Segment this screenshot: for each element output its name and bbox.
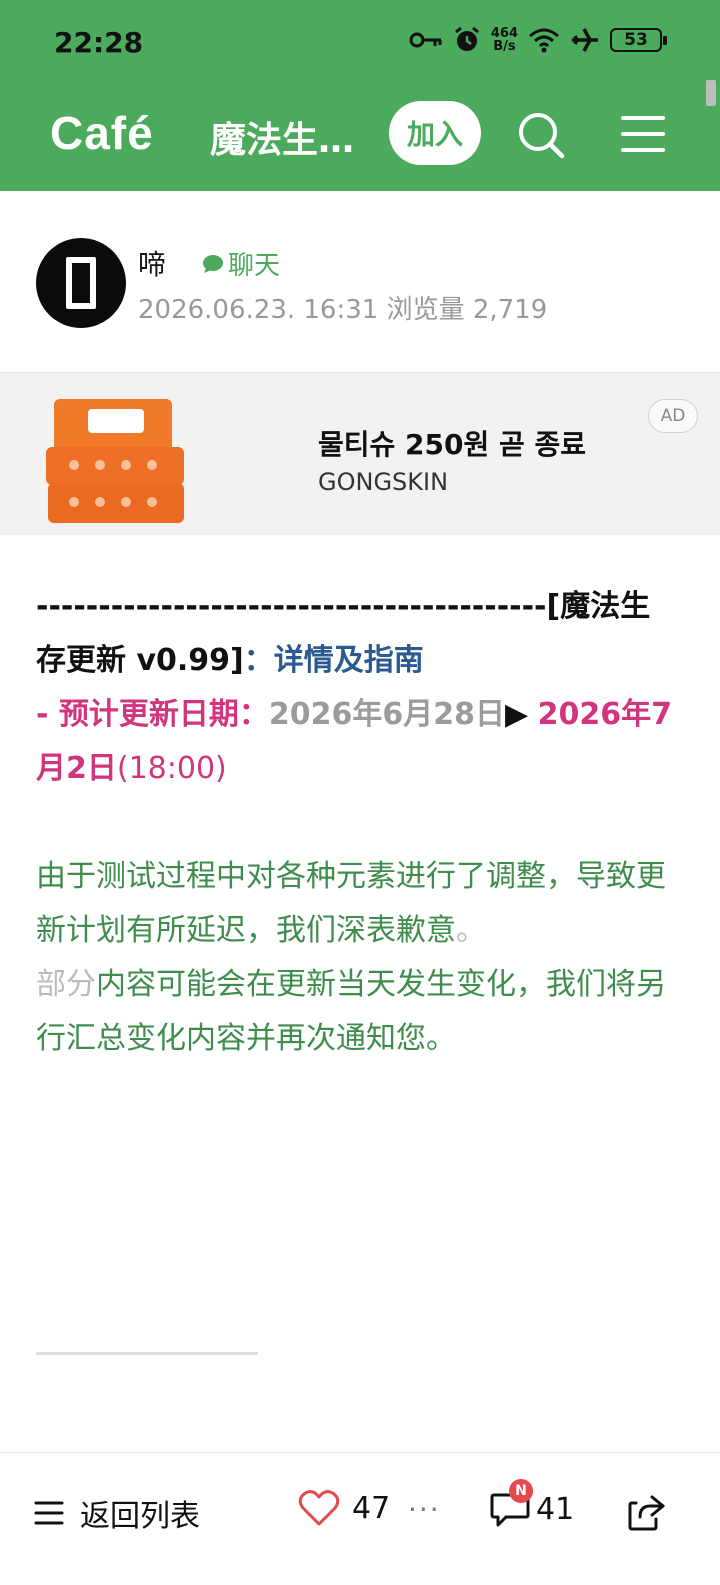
ad-banner[interactable]: 물티슈 250원 곧 종료 GONGSKIN AD [0,372,720,535]
back-to-list-button[interactable]: 返回列表 [34,1491,200,1535]
cafe-title[interactable]: 魔法生… [210,111,354,163]
status-time: 22:28 [54,26,144,59]
cafe-logo[interactable]: Café [50,106,154,160]
apology-paragraph: 由于测试过程中对各种元素进行了调整，导致更新计划有所延迟，我们深表歉意。 [36,850,680,958]
list-icon [34,1501,64,1525]
alarm-icon [454,26,479,51]
post-meta: 2026.06.23. 16:31 浏览量 2,719 [138,295,548,325]
scrollbar-thumb[interactable] [706,80,716,106]
chat-bubble-icon [203,254,223,273]
like-button[interactable]: 47 [298,1489,390,1527]
heading-colon: ： [243,643,274,678]
ad-brand: GONGSKIN [318,468,449,496]
more-options-button[interactable]: ··· [408,1493,441,1526]
ad-badge: AD [648,399,698,433]
status-icons: 464 B/s 53 [409,26,667,54]
menu-icon[interactable] [618,112,668,156]
apology-period: 。 [456,913,486,948]
change-notice-paragraph: 部分内容可能会在更新当天发生变化，我们将另行汇总变化内容并再次通知您。 [36,958,680,1066]
wifi-icon [529,28,559,53]
cafe-post-page: 22:28 464 B/s 53 Café 魔法生… 加入 啼 聊天 2026.… [0,0,720,1585]
change-notice-faded: 部分 [36,967,96,1002]
arrow-glyph: ▶ [505,697,529,732]
post-content: ----------------------------------------… [36,580,680,1066]
airplane-icon [572,28,598,52]
net-speed: 464 B/s [491,27,518,53]
new-comment-badge: N [509,1479,533,1503]
content-divider [36,1352,258,1355]
wet-wipes-product-image [46,399,184,523]
key-icon [409,32,442,48]
comment-count: 41 [536,1491,575,1527]
update-time: (18:00) [116,751,227,786]
bottom-action-bar: 返回列表 47 ··· N 41 [0,1452,720,1585]
comment-icon-wrap: N [488,1479,533,1531]
app-header: Café 魔法生… 加入 [0,88,720,191]
heading-dashes: ----------------------------------------… [36,589,547,624]
back-to-list-label: 返回列表 [80,1499,200,1534]
chat-label: 聊天 [228,251,281,281]
comment-button[interactable]: N 41 [488,1479,575,1531]
chat-button[interactable]: 聊天 [202,245,280,282]
change-notice-text: 内容可能会在更新当天发生变化，我们将另行汇总变化内容并再次通知您。 [36,967,666,1056]
post-heading: ----------------------------------------… [36,580,680,688]
join-button[interactable]: 加入 [389,101,481,165]
search-icon[interactable] [514,108,568,162]
update-date-label: - 预计更新日期： [36,697,269,732]
like-count: 47 [352,1490,391,1526]
apology-text: 由于测试过程中对各种元素进行了调整，导致更新计划有所延迟，我们深表歉意 [36,859,666,948]
net-speed-unit: B/s [493,39,516,54]
update-date-line: - 预计更新日期：2026年6月28日▶ 2026年7月2日(18:00) [36,688,680,796]
battery-indicator: 53 [610,28,667,52]
status-bar: 22:28 464 B/s 53 [0,0,720,88]
share-icon[interactable] [626,1491,668,1533]
author-name[interactable]: 啼 [138,243,166,283]
heart-icon [298,1490,340,1526]
old-update-date: 2026年6月28日 [268,697,506,732]
battery-level: 53 [624,30,648,50]
avatar-glyph [66,257,96,309]
author-row: 啼 聊天 2026.06.23. 16:31 浏览量 2,719 [0,191,720,371]
ad-title: 물티슈 250원 곧 종료 [318,428,587,461]
avatar[interactable] [36,238,126,328]
guide-link[interactable]: 详情及指南 [274,643,424,678]
